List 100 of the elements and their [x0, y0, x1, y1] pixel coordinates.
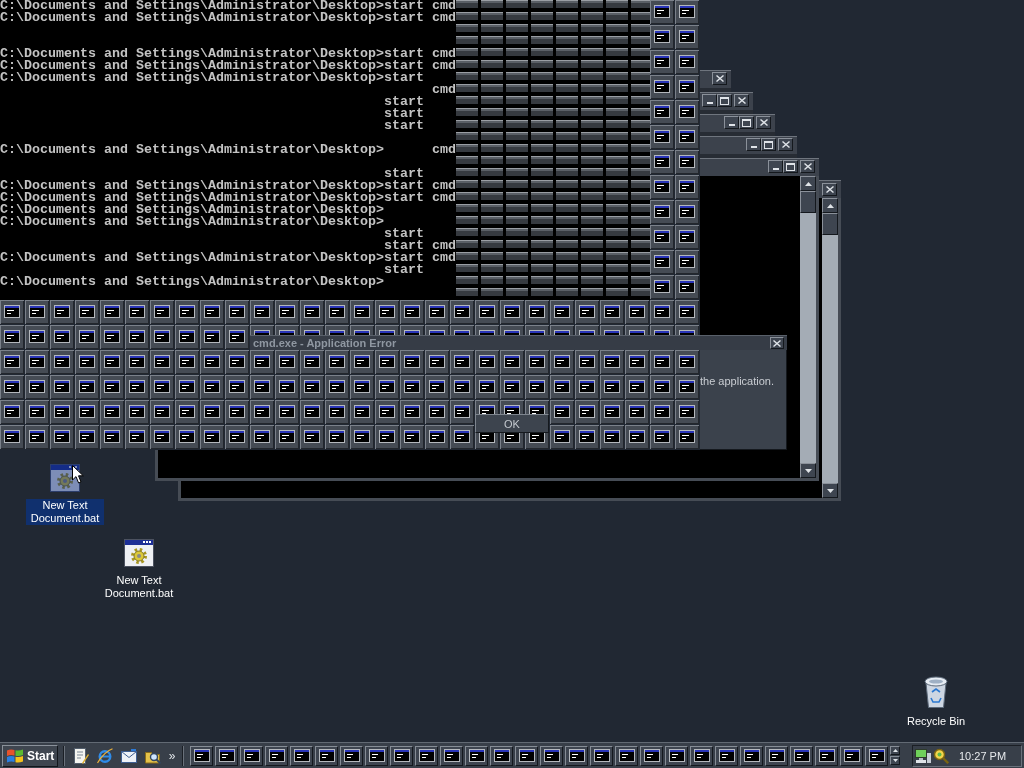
taskbar-button[interactable]: [315, 745, 338, 766]
close-button[interactable]: [712, 72, 727, 85]
scroll-down-button[interactable]: [822, 483, 838, 498]
icon-label[interactable]: Recycle Bin: [905, 715, 967, 728]
cmd-window-icon[interactable]: [200, 300, 224, 324]
cmd-window-icon[interactable]: [675, 150, 699, 174]
scroll-down-button[interactable]: [890, 756, 900, 765]
cmd-window-icon[interactable]: [450, 425, 474, 449]
cmd-window-icon[interactable]: [675, 50, 699, 74]
icon-label[interactable]: New Text Document.bat: [100, 574, 178, 600]
taskbar-button[interactable]: [515, 745, 538, 766]
cmd-window-icon[interactable]: [125, 350, 149, 374]
taskbar-button[interactable]: [815, 745, 838, 766]
taskbar-button[interactable]: [440, 745, 463, 766]
scrollbar-thumb[interactable]: [822, 213, 838, 235]
cmd-window-icon[interactable]: [575, 400, 599, 424]
cmd-window-icon[interactable]: [100, 425, 124, 449]
taskbar-button[interactable]: [790, 745, 813, 766]
cmd-window-icon[interactable]: [525, 433, 549, 449]
maximize-button[interactable]: [717, 94, 732, 107]
cmd-window-icon[interactable]: [200, 400, 224, 424]
cmd-window-icon[interactable]: [600, 375, 624, 399]
cmd-window-icon[interactable]: [575, 375, 599, 399]
cmd-window-icon[interactable]: [175, 375, 199, 399]
scroll-up-button[interactable]: [822, 198, 838, 213]
vertical-scrollbar[interactable]: [822, 198, 838, 498]
cmd-window-icon[interactable]: [150, 325, 174, 349]
cmd-window-icon[interactable]: [125, 300, 149, 324]
ok-button[interactable]: OK: [475, 414, 549, 433]
cmd-window-icon[interactable]: [0, 350, 24, 374]
cmd-window-icon[interactable]: [425, 400, 449, 424]
cmd-window-icon[interactable]: [275, 350, 299, 374]
cmd-window-icon[interactable]: [450, 400, 474, 424]
cmd-window-icon[interactable]: [50, 300, 74, 324]
vertical-scrollbar[interactable]: [800, 176, 816, 478]
cmd-window-icon[interactable]: [650, 425, 674, 449]
cmd-window-icon[interactable]: [25, 300, 49, 324]
cmd-window-icon[interactable]: [675, 125, 699, 149]
cmd-window-icon[interactable]: [175, 300, 199, 324]
close-button[interactable]: [756, 116, 771, 129]
cmd-window-icon[interactable]: [225, 375, 249, 399]
close-button[interactable]: [770, 337, 784, 349]
gear-window-icon[interactable]: [124, 539, 154, 567]
mail-icon[interactable]: [121, 748, 137, 763]
cmd-window-icon[interactable]: [650, 150, 674, 174]
cmd-window-icon[interactable]: [175, 425, 199, 449]
cmd-window-icon[interactable]: [25, 350, 49, 374]
cmd-window-icon[interactable]: [525, 375, 549, 399]
cmd-window-icon[interactable]: [675, 200, 699, 224]
cmd-window-icon[interactable]: [650, 375, 674, 399]
cmd-window-icon[interactable]: [650, 75, 674, 99]
computer-icon[interactable]: [915, 748, 931, 763]
notepad-icon[interactable]: [73, 747, 89, 764]
cmd-window-icon[interactable]: [225, 350, 249, 374]
cmd-window-icon[interactable]: [425, 350, 449, 374]
cmd-window-icon[interactable]: [150, 350, 174, 374]
taskbar-button[interactable]: [565, 745, 588, 766]
cmd-window-icon[interactable]: [650, 100, 674, 124]
cmd-window-icon[interactable]: [650, 50, 674, 74]
start-button[interactable]: Start: [2, 744, 58, 767]
cmd-window-icon[interactable]: [675, 100, 699, 124]
taskbar-button[interactable]: [240, 745, 263, 766]
cmd-window-icon[interactable]: [475, 375, 499, 399]
clock[interactable]: 10:27 PM: [959, 749, 1007, 762]
taskbar-button[interactable]: [265, 745, 288, 766]
maximize-button[interactable]: [761, 138, 776, 151]
cmd-window-icon[interactable]: [200, 375, 224, 399]
cmd-window-icon[interactable]: [625, 375, 649, 399]
scroll-up-button[interactable]: [800, 176, 816, 191]
more-button[interactable]: »: [167, 746, 177, 765]
cmd-window-icon[interactable]: [200, 425, 224, 449]
cmd-window-icon[interactable]: [400, 400, 424, 424]
cmd-window-icon[interactable]: [450, 375, 474, 399]
cmd-window-icon[interactable]: [300, 425, 324, 449]
cmd-window-icon[interactable]: [250, 350, 274, 374]
cmd-window-icon[interactable]: [475, 350, 499, 374]
cmd-window-icon[interactable]: [150, 300, 174, 324]
cmd-window-icon[interactable]: [225, 425, 249, 449]
cmd-window-icon[interactable]: [675, 425, 699, 449]
cmd-window-icon[interactable]: [500, 400, 524, 414]
cmd-window-icon[interactable]: [675, 25, 699, 49]
taskbar-button[interactable]: [340, 745, 363, 766]
close-button[interactable]: [734, 94, 749, 107]
cmd-window-icon[interactable]: [50, 375, 74, 399]
magnifier-icon[interactable]: [933, 747, 949, 764]
cmd-window-icon[interactable]: [25, 400, 49, 424]
cmd-window-icon[interactable]: [250, 400, 274, 424]
taskbar-button[interactable]: [740, 745, 763, 766]
cmd-window-icon[interactable]: [650, 275, 674, 299]
cmd-window-icon[interactable]: [25, 375, 49, 399]
minimize-button[interactable]: [724, 116, 739, 129]
cmd-window-icon[interactable]: [650, 350, 674, 374]
cmd-window-icon[interactable]: [150, 375, 174, 399]
cmd-window-icon[interactable]: [50, 325, 74, 349]
cmd-window-icon[interactable]: [375, 425, 399, 449]
cmd-window-icon[interactable]: [625, 425, 649, 449]
cmd-window-icon[interactable]: [650, 400, 674, 424]
cmd-window-icon[interactable]: [400, 375, 424, 399]
cmd-window-icon[interactable]: [675, 225, 699, 249]
cmd-window-icon[interactable]: [0, 400, 24, 424]
